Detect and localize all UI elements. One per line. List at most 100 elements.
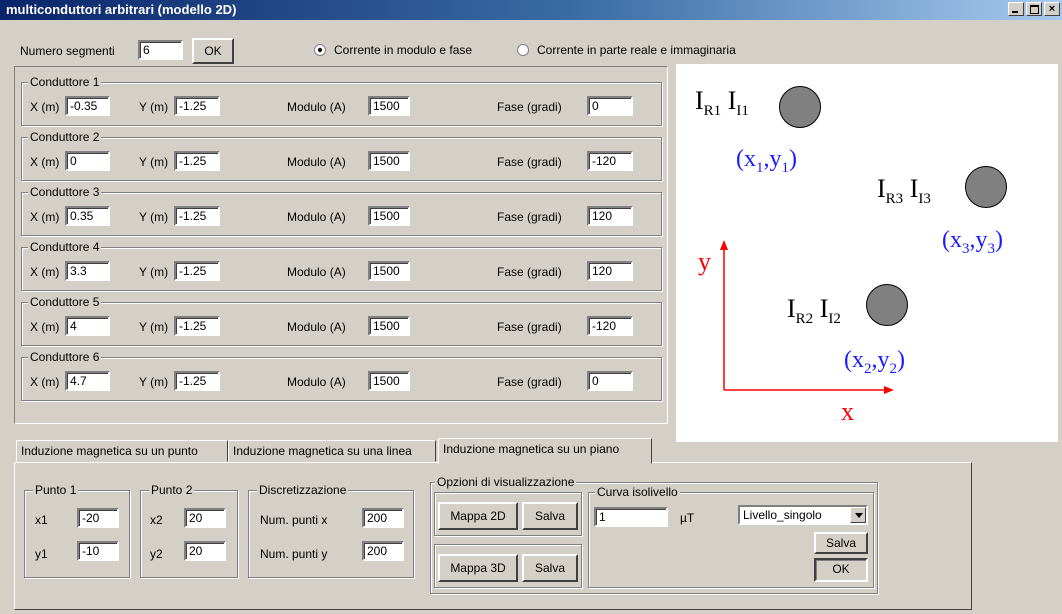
- conductor-y-input[interactable]: -1.25: [174, 371, 220, 391]
- modulo-label: Modulo (A): [287, 100, 346, 114]
- y-axis-label: y: [698, 247, 711, 276]
- axes: [720, 240, 894, 394]
- livello-select[interactable]: Livello_singolo: [738, 505, 868, 525]
- conductor-x-input[interactable]: 0: [65, 151, 110, 171]
- y-label: Y (m): [139, 265, 169, 279]
- conductor-fase-input[interactable]: -120: [587, 151, 633, 171]
- x2-input[interactable]: 20: [184, 508, 226, 528]
- conductor-modulo-input[interactable]: 1500: [368, 316, 410, 336]
- conductor-x-input[interactable]: 3.3: [65, 261, 110, 281]
- x1-input[interactable]: -20: [77, 508, 119, 528]
- conductor-diagram: IR1 II1 (x1,y1) IR3 II3 (x3,y3) IR2 II2 …: [676, 64, 1058, 442]
- modulo-label: Modulo (A): [287, 155, 346, 169]
- ny-input[interactable]: 200: [362, 541, 404, 561]
- x-label: X (m): [30, 210, 60, 224]
- modulo-label: Modulo (A): [287, 210, 346, 224]
- conductor-x-input[interactable]: 0.35: [65, 206, 110, 226]
- window-title: multiconduttori arbitrari (modello 2D): [6, 2, 237, 17]
- y-label: Y (m): [139, 320, 169, 334]
- x-label: X (m): [30, 265, 60, 279]
- fase-label: Fase (gradi): [497, 100, 562, 114]
- minimize-button[interactable]: [1008, 2, 1024, 16]
- salva-mappa-2d-button[interactable]: Salva: [522, 502, 578, 530]
- curva-isolivello-title: Curva isolivello: [595, 485, 680, 499]
- radio-modulo-fase[interactable]: [314, 44, 326, 56]
- conductor-modulo-input[interactable]: 1500: [368, 371, 410, 391]
- nx-label: Num. punti x: [260, 513, 328, 527]
- opzioni-title: Opzioni di visualizzazione: [435, 475, 577, 489]
- conductor-fase-input[interactable]: 120: [587, 206, 633, 226]
- main-window: multiconduttori arbitrari (modello 2D) ×…: [0, 0, 1062, 614]
- segments-label: Numero segmenti: [20, 44, 115, 58]
- conductor-y-input[interactable]: -1.25: [174, 316, 220, 336]
- y-label: Y (m): [139, 375, 169, 389]
- conductor-fase-input[interactable]: 0: [587, 96, 633, 116]
- conductor-y-input[interactable]: -1.25: [174, 261, 220, 281]
- y1-label: y1: [35, 547, 48, 561]
- conductor-y-input[interactable]: -1.25: [174, 151, 220, 171]
- punto1-group: Punto 1: [24, 483, 130, 578]
- isolivello-unit: µT: [680, 511, 695, 525]
- conductor-x-input[interactable]: 4: [65, 316, 110, 336]
- salva-isolivello-button[interactable]: Salva: [814, 532, 868, 554]
- segments-input[interactable]: 6: [138, 40, 183, 60]
- tab-piano[interactable]: Induzione magnetica su un piano: [438, 438, 652, 464]
- modulo-label: Modulo (A): [287, 320, 346, 334]
- livello-select-value: Livello_singolo: [743, 508, 822, 522]
- x-label: X (m): [30, 375, 60, 389]
- radio-reale-immaginaria-label: Corrente in parte reale e immaginaria: [537, 43, 736, 57]
- punto1-title: Punto 1: [33, 483, 79, 497]
- tab-punto[interactable]: Induzione magnetica su un punto: [16, 440, 228, 462]
- conductor-fase-input[interactable]: 0: [587, 371, 633, 391]
- title-bar[interactable]: multiconduttori arbitrari (modello 2D) ×: [0, 0, 1062, 20]
- conductor-title: Conduttore 2: [28, 130, 102, 144]
- conductor-x-input[interactable]: -0.35: [65, 96, 110, 116]
- conductor-y-input[interactable]: -1.25: [174, 96, 220, 116]
- y-label: Y (m): [139, 100, 169, 114]
- chevron-down-icon[interactable]: [850, 507, 866, 523]
- maximize-button[interactable]: [1026, 2, 1042, 16]
- fase-label: Fase (gradi): [497, 210, 562, 224]
- punto2-group: Punto 2: [140, 483, 238, 578]
- x2-label: x2: [150, 513, 163, 527]
- conductor-modulo-input[interactable]: 1500: [368, 261, 410, 281]
- y2-label: y2: [150, 547, 163, 561]
- ny-label: Num. punti y: [260, 547, 328, 561]
- segments-ok-button[interactable]: OK: [192, 38, 234, 64]
- close-button[interactable]: ×: [1044, 2, 1060, 16]
- conductor-modulo-input[interactable]: 1500: [368, 206, 410, 226]
- x1-label: x1: [35, 513, 48, 527]
- conductor-fase-input[interactable]: -120: [587, 316, 633, 336]
- conductor-title: Conduttore 6: [28, 350, 102, 364]
- conductor-fase-input[interactable]: 120: [587, 261, 633, 281]
- punto2-title: Punto 2: [149, 483, 195, 497]
- conductor-modulo-input[interactable]: 1500: [368, 151, 410, 171]
- conductor-x-input[interactable]: 4.7: [65, 371, 110, 391]
- modulo-label: Modulo (A): [287, 375, 346, 389]
- conductor-modulo-input[interactable]: 1500: [368, 96, 410, 116]
- x-label: X (m): [30, 320, 60, 334]
- fase-label: Fase (gradi): [497, 375, 562, 389]
- modulo-label: Modulo (A): [287, 265, 346, 279]
- isolivello-value-input[interactable]: 1: [594, 507, 668, 527]
- conductor-title: Conduttore 4: [28, 240, 102, 254]
- y-label: Y (m): [139, 155, 169, 169]
- nx-input[interactable]: 200: [362, 508, 404, 528]
- discretizzazione-group: Discretizzazione: [248, 483, 414, 578]
- tab-linea[interactable]: Induzione magnetica su una linea: [228, 440, 436, 462]
- mappa-2d-button[interactable]: Mappa 2D: [438, 502, 518, 530]
- fase-label: Fase (gradi): [497, 320, 562, 334]
- fase-label: Fase (gradi): [497, 155, 562, 169]
- conductor-title: Conduttore 1: [28, 75, 102, 89]
- x-label: X (m): [30, 100, 60, 114]
- y2-input[interactable]: 20: [184, 541, 226, 561]
- conductor-title: Conduttore 3: [28, 185, 102, 199]
- salva-mappa-3d-button[interactable]: Salva: [522, 554, 578, 582]
- radio-reale-immaginaria[interactable]: [517, 44, 529, 56]
- isolivello-ok-button[interactable]: OK: [814, 558, 868, 582]
- conductor-y-input[interactable]: -1.25: [174, 206, 220, 226]
- y1-input[interactable]: -10: [77, 541, 119, 561]
- mappa-3d-button[interactable]: Mappa 3D: [438, 554, 518, 582]
- fase-label: Fase (gradi): [497, 265, 562, 279]
- radio-modulo-fase-label: Corrente in modulo e fase: [334, 43, 473, 57]
